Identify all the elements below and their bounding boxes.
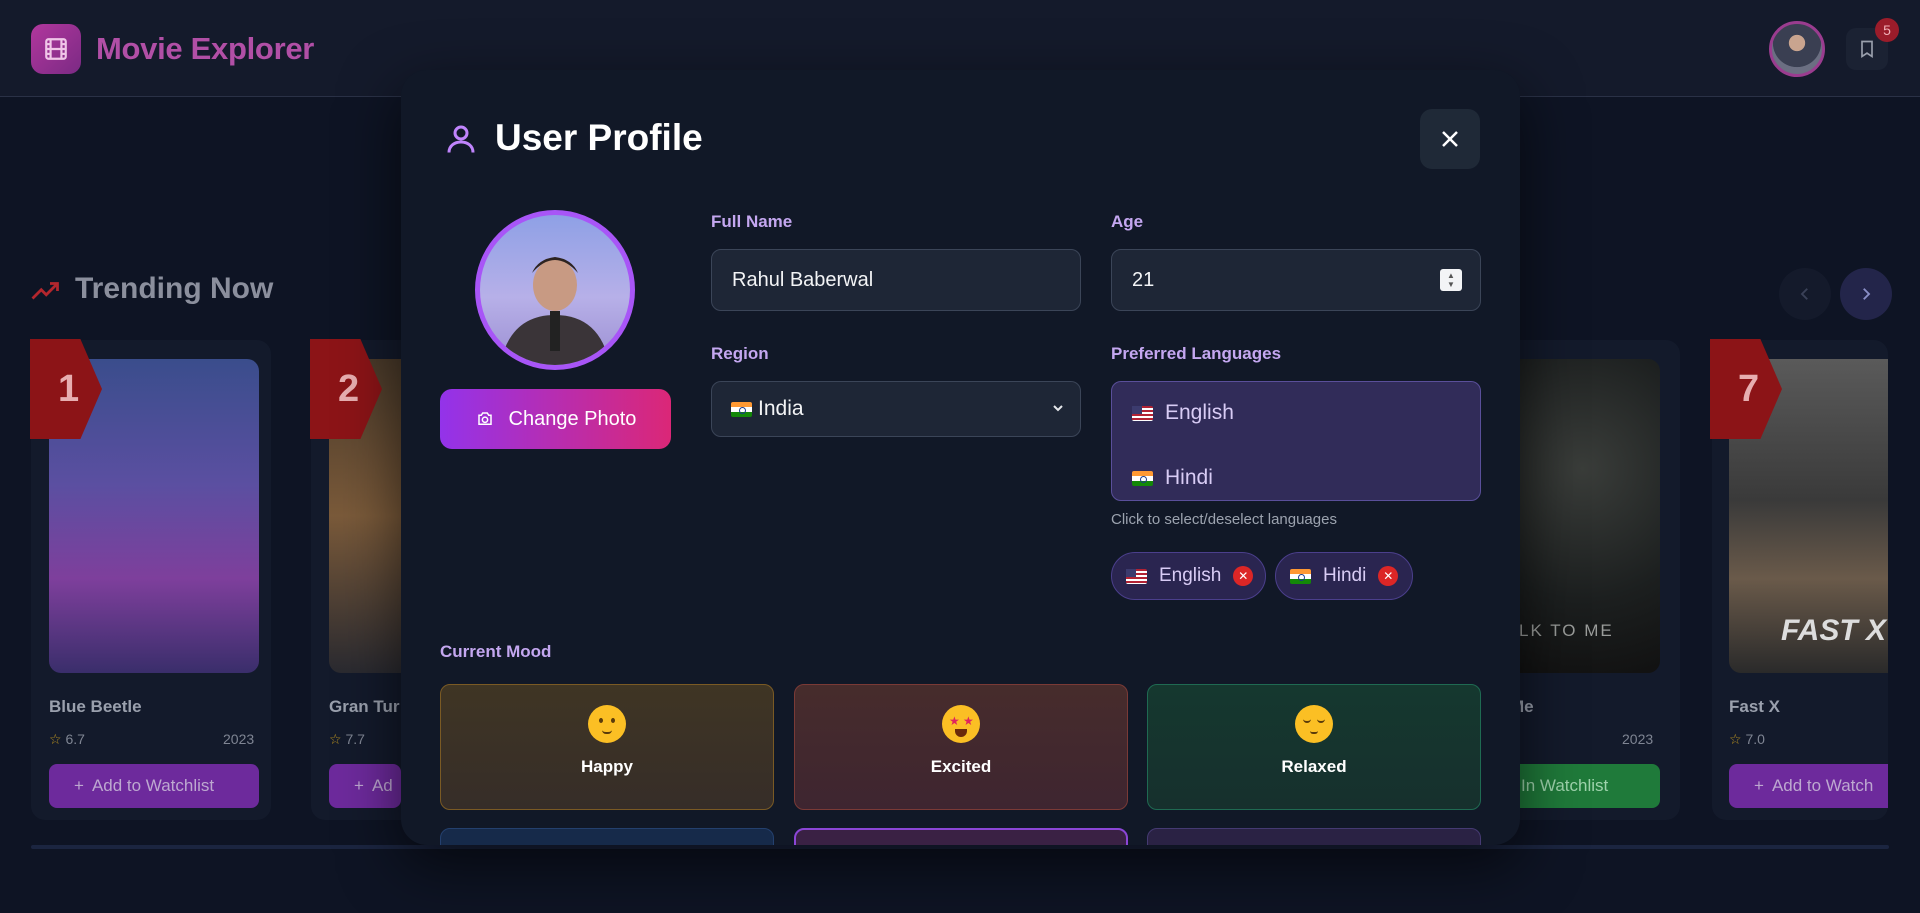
app-title[interactable]: Movie Explorer (96, 31, 314, 67)
profile-photo (475, 210, 635, 370)
add-to-watchlist-button[interactable]: + Add to Watchlist (49, 764, 259, 808)
movie-rating: ☆ 7.0 (1729, 731, 1765, 747)
star-icon: ☆ (329, 731, 342, 747)
language-option-english[interactable]: English (1132, 401, 1234, 425)
excited-emoji-icon: ★ ★ (942, 705, 980, 743)
movie-rating: ☆ 7.7 (329, 731, 365, 747)
mood-option-selected[interactable] (794, 828, 1128, 845)
relaxed-emoji-icon (1295, 705, 1333, 743)
languages-multiselect[interactable]: English Hindi (1111, 381, 1481, 501)
mood-option-excited[interactable]: ★ ★ Excited (794, 684, 1128, 810)
mood-label-relaxed: Relaxed (1281, 757, 1347, 776)
mood-label-excited: Excited (930, 757, 992, 776)
carousel-next-button[interactable] (1840, 268, 1892, 320)
movie-title[interactable]: Blue Beetle (49, 697, 142, 717)
age-stepper[interactable]: ▲ ▼ (1440, 269, 1462, 291)
mood-option[interactable] (1147, 828, 1481, 845)
modal-title: User Profile (495, 117, 703, 158)
india-flag-icon (1290, 568, 1311, 584)
mood-option-relaxed[interactable]: Relaxed (1147, 684, 1481, 810)
user-icon (447, 125, 475, 153)
in-watchlist-button[interactable]: In Watchlist (1505, 764, 1660, 808)
user-profile-modal: User Profile Change Photo Full Name Rahu… (401, 70, 1520, 845)
section-title: Trending Now (75, 272, 274, 305)
star-icon: ☆ (1729, 731, 1742, 747)
age-input[interactable]: 21 ▲ ▼ (1111, 249, 1481, 311)
mood-option[interactable] (440, 828, 774, 845)
carousel-scrollbar[interactable] (31, 845, 1889, 849)
movie-poster[interactable]: LK TO ME (1505, 359, 1660, 673)
us-flag-icon (1126, 568, 1147, 584)
change-photo-label: Change Photo (508, 407, 637, 430)
plus-icon: + (74, 776, 84, 795)
selected-language-chip-english: English ✕ (1111, 552, 1266, 600)
age-value: 21 (1132, 268, 1155, 291)
camera-icon (477, 412, 492, 425)
happy-emoji-icon (588, 705, 626, 743)
notification-badge: 5 (1875, 18, 1899, 42)
movie-title[interactable]: Gran Tur (329, 697, 400, 717)
india-flag-icon (1132, 470, 1153, 486)
full-name-label: Full Name (711, 212, 793, 231)
movie-year: 2023 (223, 731, 255, 747)
plus-icon: + (1754, 776, 1764, 795)
selected-language-chip-hindi: Hindi ✕ (1275, 552, 1413, 600)
add-to-watchlist-button[interactable]: + Add to Watch (1729, 764, 1888, 808)
languages-hint: Click to select/deselect languages (1111, 511, 1337, 528)
star-icon: ☆ (49, 731, 62, 747)
change-photo-button[interactable]: Change Photo (440, 389, 671, 449)
region-value: India (758, 397, 804, 420)
us-flag-icon (1132, 405, 1153, 421)
language-option-hindi[interactable]: Hindi (1132, 466, 1213, 490)
profile-portrait-image (500, 257, 610, 365)
full-name-input[interactable]: Rahul Baberwal (711, 249, 1081, 311)
poster-caption: LK TO ME (1519, 621, 1614, 640)
movie-year: 2023 (1622, 731, 1654, 747)
user-avatar[interactable] (1769, 21, 1825, 77)
chevron-right-icon (1863, 288, 1871, 300)
close-button[interactable] (1420, 109, 1480, 169)
plus-icon: + (354, 776, 364, 795)
chevron-left-icon (1800, 288, 1808, 300)
region-label: Region (711, 344, 769, 363)
india-flag-icon (731, 401, 752, 417)
preferred-languages-label: Preferred Languages (1111, 344, 1282, 363)
close-icon (1442, 131, 1458, 147)
chevron-down-icon (1053, 405, 1063, 412)
mood-label-happy: Happy (581, 757, 633, 776)
trending-icon (31, 282, 59, 300)
movie-rating: ☆ 6.7 (49, 731, 85, 747)
film-logo-icon[interactable] (31, 24, 81, 74)
current-mood-label: Current Mood (440, 642, 552, 661)
mood-option-happy[interactable]: Happy (440, 684, 774, 810)
remove-language-icon[interactable]: ✕ (1378, 566, 1399, 586)
add-to-watchlist-button[interactable]: + Ad (329, 764, 401, 808)
bookmark-icon (1861, 40, 1873, 59)
poster-caption: FAST X (1781, 614, 1887, 647)
age-label: Age (1111, 212, 1144, 231)
remove-language-icon[interactable]: ✕ (1233, 566, 1254, 586)
carousel-prev-button[interactable] (1779, 268, 1831, 320)
region-select[interactable]: India (711, 381, 1081, 437)
movie-title[interactable]: Fast X (1729, 697, 1780, 717)
